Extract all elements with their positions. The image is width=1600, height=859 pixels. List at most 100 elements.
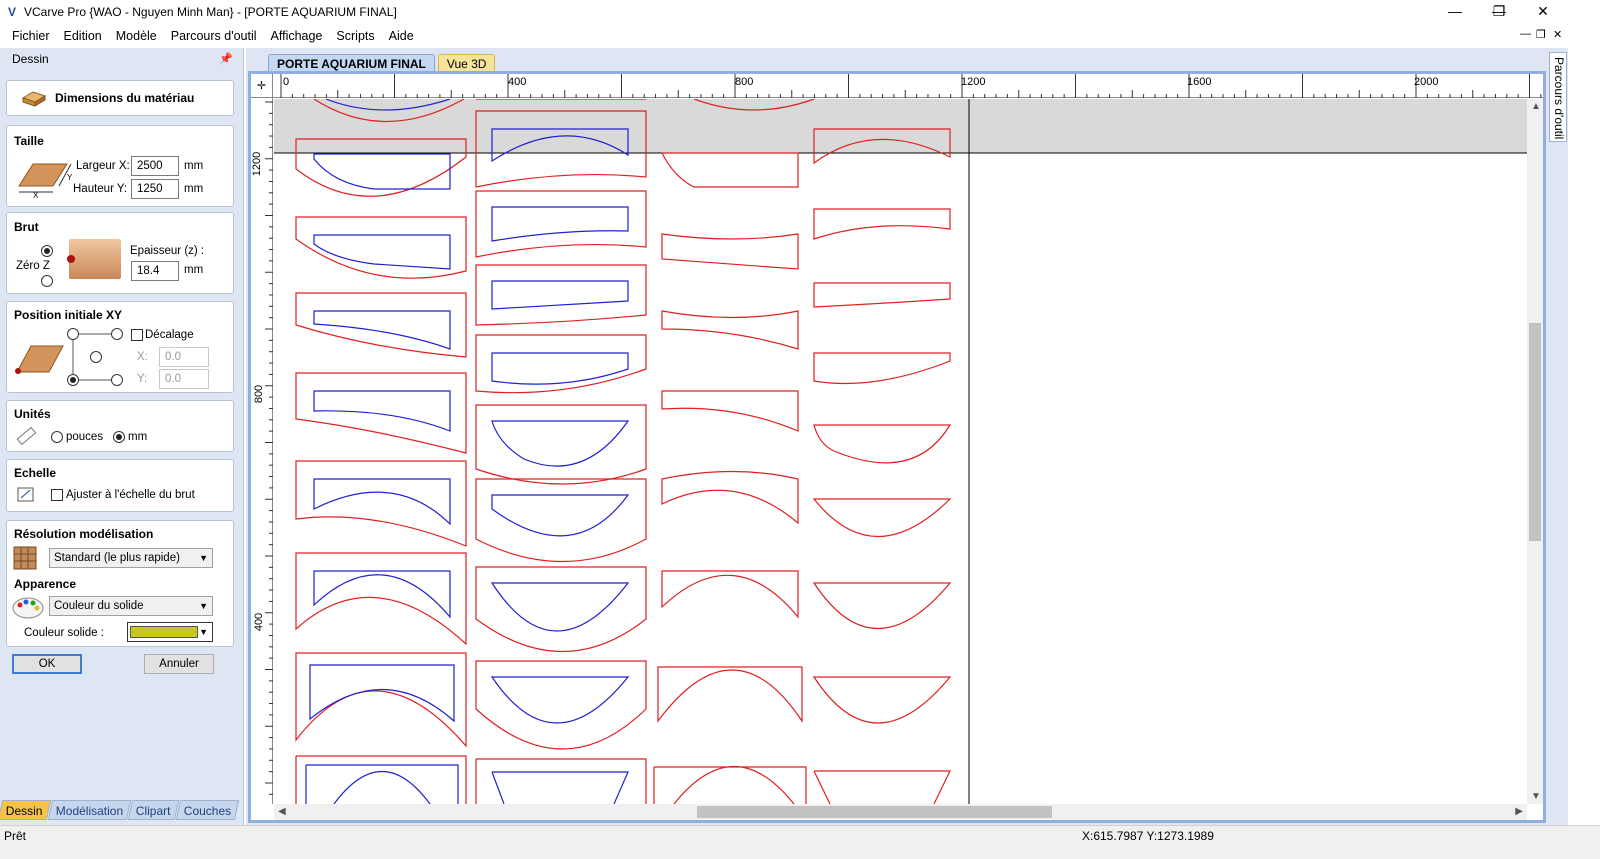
panel-bottom-tabs: Dessin Modélisation Clipart Couches bbox=[0, 800, 240, 820]
toolpath-outline bbox=[475, 566, 647, 652]
stock-title: Brut bbox=[14, 220, 39, 234]
tab-modelisation[interactable]: Modélisation bbox=[47, 800, 132, 820]
zero-z-top-radio[interactable] bbox=[41, 245, 53, 257]
tab-couches[interactable]: Couches bbox=[175, 800, 240, 820]
toolpath-outline bbox=[295, 372, 467, 454]
offset-checkbox[interactable] bbox=[131, 329, 143, 341]
toolpath-outline bbox=[475, 264, 647, 326]
toolpath-outline bbox=[475, 334, 647, 394]
resolution-section: Résolution modélisation Standard (le plu… bbox=[6, 520, 234, 647]
toolpath-outline bbox=[295, 460, 467, 547]
width-input[interactable]: 2500 bbox=[131, 156, 179, 176]
offset-y-input[interactable]: 0.0 bbox=[159, 369, 209, 389]
tab-clipart[interactable]: Clipart bbox=[127, 800, 179, 820]
toolpath-outline bbox=[661, 152, 799, 188]
offset-x-label: X: bbox=[137, 351, 148, 363]
resolution-select[interactable]: Standard (le plus rapide) ▼ bbox=[49, 548, 213, 568]
ruler-top-label: 2000 bbox=[1414, 76, 1439, 88]
drawing-panel: Dessin 📌 Dimensions du matériau Taille X… bbox=[0, 48, 244, 841]
maximize-button[interactable]: ❐ bbox=[1476, 0, 1522, 24]
ruler-corner-icon[interactable]: ✛ bbox=[251, 74, 273, 98]
panel-header: Dessin 📌 bbox=[0, 48, 243, 70]
menu-edition[interactable]: Edition bbox=[57, 24, 109, 48]
menu-scripts[interactable]: Scripts bbox=[329, 24, 381, 48]
stock-section: Brut Zéro Z Epaisseur (z) : 18.4 mm bbox=[6, 212, 234, 294]
origin-top-right-radio[interactable] bbox=[111, 328, 123, 340]
vector-drawing[interactable] bbox=[274, 98, 1527, 805]
resolution-value: Standard (le plus rapide) bbox=[54, 552, 180, 564]
right-panel-strip: Parcours d'outil bbox=[1548, 48, 1568, 825]
part-vector bbox=[313, 310, 451, 350]
zero-z-bottom-radio[interactable] bbox=[41, 275, 53, 287]
part-vector bbox=[313, 153, 451, 190]
ruler-top-label: 1600 bbox=[1187, 76, 1212, 88]
units-title: Unités bbox=[14, 407, 51, 421]
mdi-minimize-button[interactable]: — bbox=[1520, 28, 1531, 40]
horizontal-scrollbar[interactable]: ◀ ▶ bbox=[274, 804, 1527, 820]
palette-icon bbox=[12, 597, 44, 619]
offset-y-label: Y: bbox=[137, 373, 148, 385]
toolpath-outline bbox=[661, 470, 799, 525]
scale-to-stock-checkbox[interactable] bbox=[51, 489, 63, 501]
toolpath-outline bbox=[661, 390, 799, 432]
offset-x-input[interactable]: 0.0 bbox=[159, 347, 209, 367]
units-mm-radio[interactable] bbox=[113, 431, 125, 443]
toolpath-outline bbox=[813, 424, 952, 464]
mdi-close-button[interactable]: ✕ bbox=[1553, 28, 1562, 41]
thickness-label: Epaisseur (z) : bbox=[130, 245, 205, 257]
scroll-up-icon[interactable]: ▲ bbox=[1531, 101, 1541, 112]
menu-affichage[interactable]: Affichage bbox=[264, 24, 330, 48]
app-logo-icon: V bbox=[7, 5, 16, 19]
origin-bottom-left-radio[interactable] bbox=[67, 374, 79, 386]
tab-parcours-outil[interactable]: Parcours d'outil bbox=[1549, 52, 1567, 142]
menu-fichier[interactable]: Fichier bbox=[0, 24, 57, 48]
origin-bottom-right-radio[interactable] bbox=[111, 374, 123, 386]
solid-color-swatch bbox=[130, 626, 198, 638]
part-vector bbox=[491, 280, 629, 310]
minimize-button[interactable]: — bbox=[1432, 0, 1478, 24]
close-button[interactable]: ✕ bbox=[1520, 0, 1566, 24]
appearance-select[interactable]: Couleur du solide ▼ bbox=[49, 596, 213, 616]
scroll-left-icon[interactable]: ◀ bbox=[278, 806, 286, 817]
drawing-canvas[interactable] bbox=[274, 98, 1527, 805]
tab-dessin[interactable]: Dessin bbox=[0, 800, 51, 820]
menu-bar: Fichier Edition Modèle Parcours d'outil … bbox=[0, 24, 1600, 48]
title-bar: V VCarve Pro {WAO - Nguyen Minh Man} - [… bbox=[0, 0, 1600, 24]
horizontal-ruler-ticks bbox=[280, 74, 1542, 98]
menu-parcours[interactable]: Parcours d'outil bbox=[164, 24, 264, 48]
height-input[interactable]: 1250 bbox=[131, 179, 179, 199]
ok-button[interactable]: OK bbox=[12, 654, 82, 674]
toolpath-outline bbox=[813, 770, 951, 805]
menu-aide[interactable]: Aide bbox=[382, 24, 421, 48]
status-bar: Prêt X:615.7987 Y:1273.1989 bbox=[0, 825, 1600, 859]
mdi-restore-button[interactable]: ❐ bbox=[1536, 28, 1546, 41]
appearance-value: Couleur du solide bbox=[54, 600, 144, 612]
horizontal-scroll-thumb[interactable] bbox=[697, 806, 1052, 818]
ruler-top-label: 800 bbox=[735, 76, 754, 88]
scroll-down-icon[interactable]: ▼ bbox=[1531, 791, 1541, 802]
material-heading: Dimensions du matériau bbox=[6, 80, 234, 116]
vertical-scroll-thumb[interactable] bbox=[1529, 323, 1541, 541]
solid-color-picker[interactable]: ▼ bbox=[127, 622, 213, 642]
height-unit: mm bbox=[184, 183, 204, 195]
width-unit: mm bbox=[184, 160, 204, 172]
cancel-button[interactable]: Annuler bbox=[144, 654, 214, 674]
pin-icon[interactable]: 📌 bbox=[219, 48, 233, 70]
origin-center-radio[interactable] bbox=[90, 351, 102, 363]
thickness-input[interactable]: 18.4 bbox=[131, 261, 179, 281]
ruler-icon bbox=[16, 427, 37, 446]
resolution-grid-icon bbox=[13, 546, 37, 570]
scroll-right-icon[interactable]: ▶ bbox=[1515, 806, 1523, 817]
vertical-scrollbar[interactable]: ▲ ▼ bbox=[1527, 99, 1543, 804]
toolpath-outline bbox=[475, 478, 647, 563]
units-mm-label: mm bbox=[128, 431, 148, 443]
scale-title: Echelle bbox=[14, 466, 57, 480]
menu-modele[interactable]: Modèle bbox=[109, 24, 164, 48]
toolpath-outline bbox=[813, 282, 951, 308]
panel-title: Dessin bbox=[12, 52, 49, 66]
units-section: Unités pouces mm bbox=[6, 400, 234, 452]
origin-top-left-radio[interactable] bbox=[67, 328, 79, 340]
window-title: VCarve Pro {WAO - Nguyen Minh Man} - [PO… bbox=[24, 5, 397, 19]
origin-sheet-icon bbox=[15, 345, 64, 374]
units-inches-radio[interactable] bbox=[51, 431, 63, 443]
